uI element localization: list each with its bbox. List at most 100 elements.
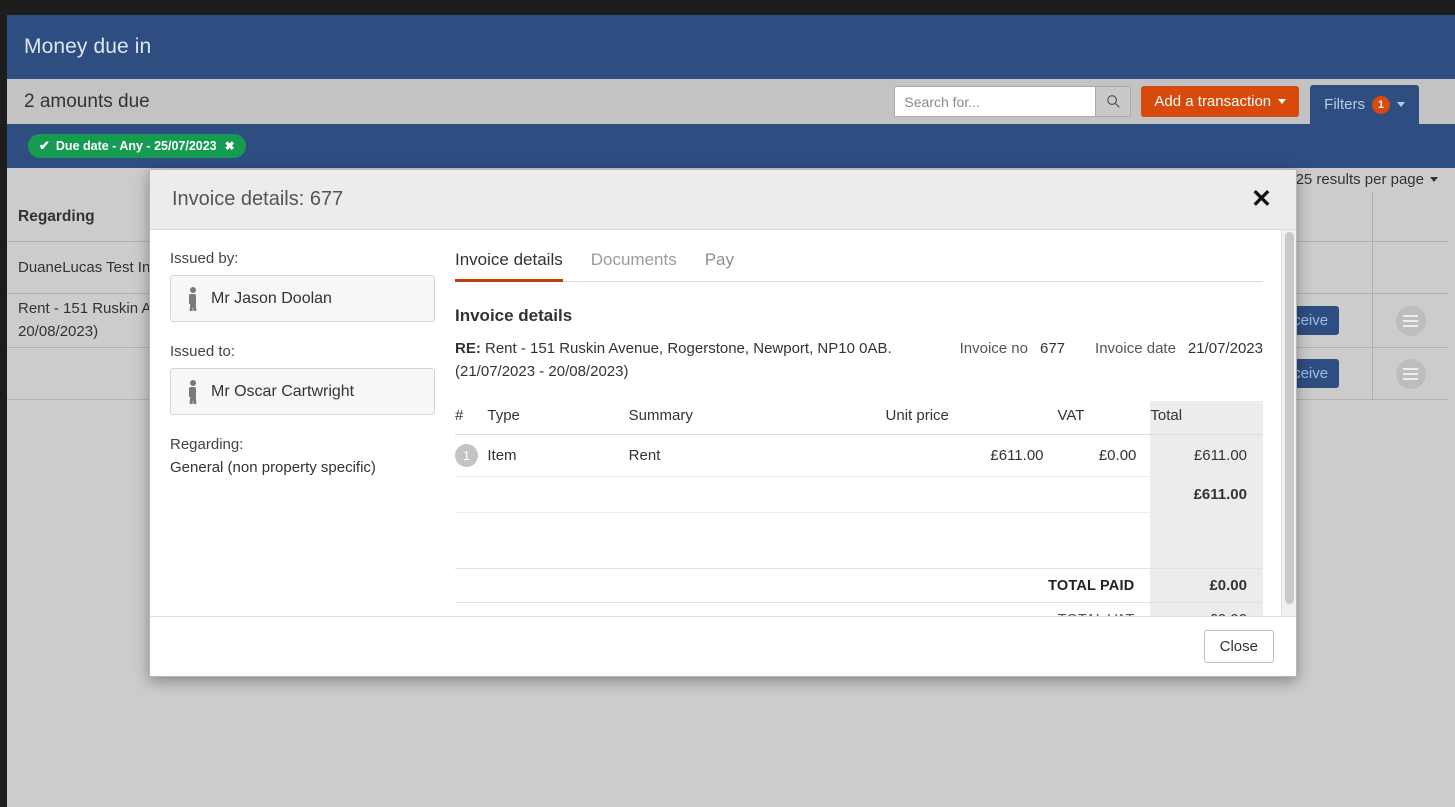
regarding-value: General (non property specific) <box>170 459 376 476</box>
amounts-due-count: 2 amounts due <box>24 90 150 112</box>
invoice-no-label: Invoice no <box>959 340 1028 357</box>
page-title: Money due in <box>24 35 152 58</box>
invoice-details-modal: Invoice details: 677 ✕ Issued by: Mr Jas… <box>149 169 1297 677</box>
close-icon[interactable]: ✕ <box>1249 187 1274 212</box>
column-header-vat: VAT <box>1057 401 1151 435</box>
sub-header-bar: 2 amounts due Add a transaction Filters … <box>7 79 1455 124</box>
re-body: Rent - 151 Ruskin Avenue, Rogerstone, Ne… <box>455 340 892 380</box>
column-header-hash: # <box>455 401 488 435</box>
column-header-summary: Summary <box>628 401 886 435</box>
issued-to-label: Issued to: <box>170 343 236 360</box>
invoice-pane: Invoice details Documents Pay Invoice de… <box>455 230 1281 616</box>
results-per-page-label: 25 results per page <box>1295 171 1424 188</box>
table-spacer-row <box>455 512 1263 569</box>
cell-regarding-line1: Rent - 151 Ruskin Ave <box>18 300 167 317</box>
row-menu-icon[interactable] <box>1395 305 1426 336</box>
chevron-down-icon <box>1278 99 1287 104</box>
filters-button[interactable]: Filters 1 <box>1310 85 1419 124</box>
cell-regarding-line2: 20/08/2023) <box>18 322 99 340</box>
total-paid-value: £0.00 <box>1150 568 1263 603</box>
chevron-down-icon <box>1397 102 1405 107</box>
invoice-date-field: Invoice date 21/07/2023 <box>1095 340 1263 357</box>
search-icon <box>1107 95 1120 108</box>
invoice-no-value: 677 <box>1040 340 1066 357</box>
invoice-re-text: RE: Rent - 151 Ruskin Avenue, Rogerstone… <box>455 338 960 383</box>
invoice-table-header-row: # Type Summary Unit price VAT Total <box>455 401 1263 435</box>
check-icon: ✔ <box>39 138 50 153</box>
section-title: Invoice details <box>455 306 573 325</box>
modal-scrollbar[interactable] <box>1281 230 1296 616</box>
column-header-unit-price: Unit price <box>885 401 1058 435</box>
modal-title: Invoice details: 677 <box>172 188 344 210</box>
column-header-menu <box>1372 192 1448 241</box>
results-per-page-selector[interactable]: 25 results per page <box>1296 171 1438 188</box>
tab-documents[interactable]: Documents <box>591 250 677 282</box>
line-item-summary: Rent <box>628 434 886 477</box>
filters-count-badge: 1 <box>1372 95 1390 114</box>
issued-by-label: Issued by: <box>170 250 239 267</box>
line-item-type: Item <box>487 434 629 477</box>
total-vat-label: TOTAL VAT <box>455 602 1151 616</box>
issued-to-card[interactable]: Mr Oscar Cartwright <box>170 368 435 415</box>
total-vat-row: TOTAL VAT £0.00 <box>455 602 1263 616</box>
spacer-cell <box>455 513 1150 569</box>
left-gutter <box>0 15 7 807</box>
invoice-line-items-table: # Type Summary Unit price VAT Total 1 It… <box>455 401 1263 616</box>
browser-top-strip <box>0 0 1455 15</box>
active-filters-bar: ✔ Due date - Any - 25/07/2023 ✖ <box>7 124 1455 168</box>
app-header: Money due in <box>7 15 1455 79</box>
modal-scrollbar-thumb[interactable] <box>1285 232 1294 604</box>
modal-footer: Close <box>150 616 1296 676</box>
close-icon[interactable]: ✖ <box>225 139 235 153</box>
close-button[interactable]: Close <box>1203 630 1274 663</box>
total-vat-value: £0.00 <box>1150 602 1263 616</box>
issued-by-name: Mr Jason Doolan <box>211 289 332 307</box>
line-item-total: £611.00 <box>1150 434 1263 477</box>
modal-tabs: Invoice details Documents Pay <box>455 250 1263 282</box>
toolbar: Add a transaction Filters 1 <box>894 85 1419 124</box>
spacer-total-cell <box>1150 512 1263 569</box>
modal-body: Issued by: Mr Jason Doolan Issued to: Mr… <box>150 230 1296 616</box>
search-box <box>894 86 1132 117</box>
chevron-down-icon <box>1430 177 1438 182</box>
total-paid-label: TOTAL PAID <box>455 568 1151 603</box>
person-icon <box>186 286 199 311</box>
invoice-meta: Invoice no 677 Invoice date 21/07/2023 <box>960 338 1263 357</box>
invoice-no-field: Invoice no 677 <box>960 340 1065 357</box>
cell-menu <box>1372 348 1448 399</box>
app-page: Money due in 2 amounts due Add a transac… <box>0 0 1455 807</box>
cell-menu <box>1372 294 1448 347</box>
search-button[interactable] <box>1095 87 1131 116</box>
invoice-line-item-row: 1 Item Rent £611.00 £0.00 £611.00 <box>455 434 1263 477</box>
person-icon <box>186 379 199 404</box>
row-menu-icon[interactable] <box>1395 358 1426 389</box>
invoice-subtotal-value: £611.00 <box>1150 476 1263 513</box>
line-item-vat: £0.00 <box>1057 434 1151 477</box>
column-header-total: Total <box>1150 401 1263 435</box>
invoice-summary-row: RE: Rent - 151 Ruskin Avenue, Rogerstone… <box>455 338 1263 383</box>
re-prefix: RE: <box>455 340 481 357</box>
tab-pay[interactable]: Pay <box>705 250 734 282</box>
invoice-date-value: 21/07/2023 <box>1187 340 1263 357</box>
add-transaction-button[interactable]: Add a transaction <box>1141 86 1300 117</box>
filter-chip-label: Due date - Any - 25/07/2023 <box>55 139 217 153</box>
issued-to-name: Mr Oscar Cartwright <box>211 382 355 400</box>
filters-label: Filters <box>1324 96 1365 113</box>
line-item-number-badge: 1 <box>455 444 478 467</box>
regarding-label: Regarding: <box>170 436 244 453</box>
invoice-subtotal-row: £611.00 <box>455 476 1263 513</box>
line-item-unit-price: £611.00 <box>885 434 1058 477</box>
add-transaction-label: Add a transaction <box>1154 93 1272 110</box>
issued-by-card[interactable]: Mr Jason Doolan <box>170 275 435 322</box>
modal-header: Invoice details: 677 ✕ <box>150 170 1296 230</box>
parties-pane: Issued by: Mr Jason Doolan Issued to: Mr… <box>150 230 455 616</box>
filter-chip-due-date[interactable]: ✔ Due date - Any - 25/07/2023 ✖ <box>28 134 246 158</box>
column-header-type: Type <box>487 401 629 435</box>
search-input[interactable] <box>895 87 1096 116</box>
modal-scroll-area: Issued by: Mr Jason Doolan Issued to: Mr… <box>150 230 1281 616</box>
line-item-number-cell: 1 <box>455 434 488 477</box>
total-paid-row: TOTAL PAID £0.00 <box>455 568 1263 603</box>
cell-menu <box>1372 242 1448 293</box>
tab-invoice-details[interactable]: Invoice details <box>455 250 563 282</box>
invoice-date-label: Invoice date <box>1095 340 1176 357</box>
